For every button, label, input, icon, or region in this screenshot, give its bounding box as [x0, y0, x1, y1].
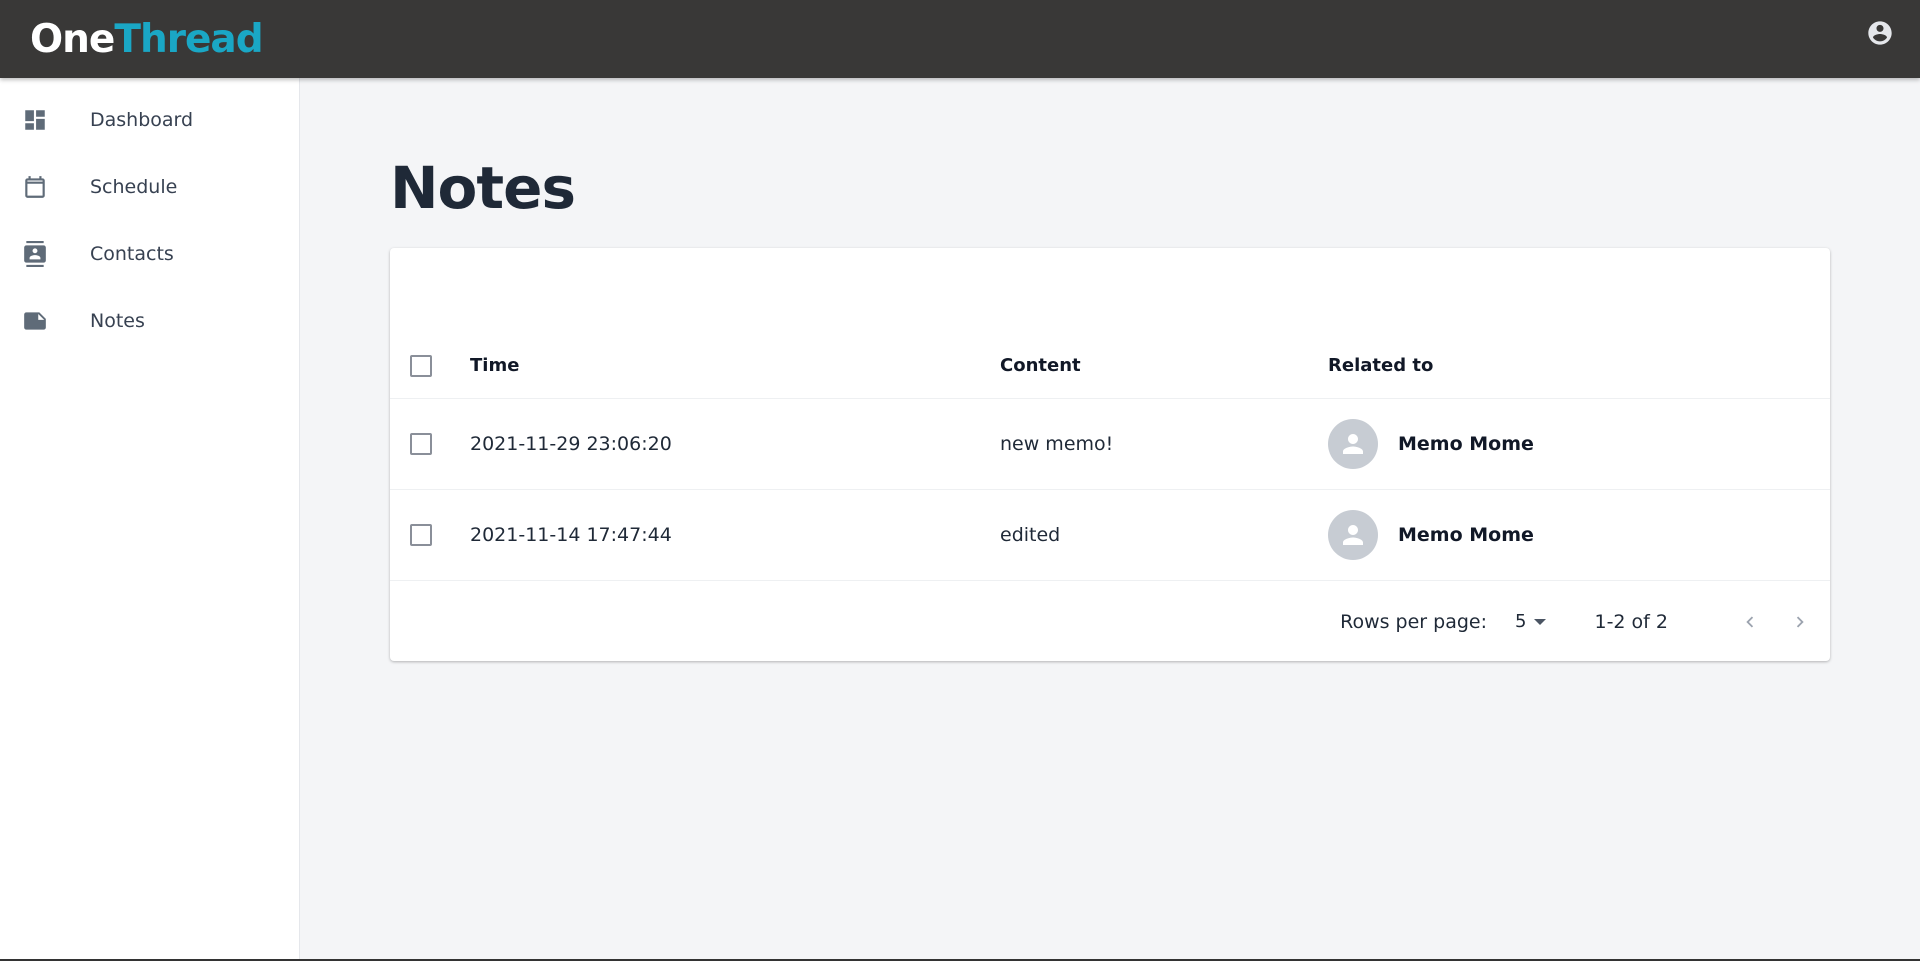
chevron-right-icon	[1796, 616, 1804, 627]
sidebar-item-schedule[interactable]: Schedule	[0, 153, 299, 220]
page-title: Notes	[390, 154, 576, 222]
previous-page-button[interactable]	[1738, 610, 1762, 634]
sidebar: Dashboard Schedule Contacts Notes	[0, 78, 300, 961]
next-page-button[interactable]	[1788, 610, 1812, 634]
dashboard-icon	[22, 107, 48, 133]
avatar	[1328, 510, 1378, 560]
note-content: edited	[1000, 524, 1061, 546]
app-logo[interactable]: OneThread	[30, 16, 264, 62]
account-circle-icon[interactable]	[1866, 19, 1894, 47]
related-contact-name: Memo Mome	[1398, 524, 1534, 546]
sidebar-item-label: Contacts	[90, 242, 174, 265]
related-contact[interactable]: Memo Mome	[1328, 510, 1534, 560]
row-checkbox[interactable]	[410, 524, 432, 546]
logo-text-thread: Thread	[114, 16, 263, 62]
main-content: Notes Time Content Related to 2021-11-29…	[300, 78, 1920, 961]
contacts-icon	[22, 240, 48, 267]
caret-down-icon	[1534, 618, 1547, 625]
related-contact[interactable]: Memo Mome	[1328, 419, 1534, 469]
rows-per-page-label: Rows per page:	[1340, 610, 1488, 633]
sidebar-item-notes[interactable]: Notes	[0, 287, 299, 354]
rows-per-page-value: 5	[1515, 611, 1527, 632]
avatar	[1328, 419, 1378, 469]
table-pagination: Rows per page: 5 1-2 of 2	[390, 582, 1830, 661]
sidebar-item-label: Dashboard	[90, 108, 194, 131]
sidebar-item-label: Notes	[90, 309, 145, 332]
row-checkbox[interactable]	[410, 433, 432, 455]
sidebar-item-dashboard[interactable]: Dashboard	[0, 86, 299, 153]
column-header-content[interactable]: Content	[1000, 355, 1081, 376]
rows-per-page-select[interactable]: 5	[1515, 611, 1547, 632]
related-contact-name: Memo Mome	[1398, 433, 1534, 455]
person-icon	[1343, 434, 1363, 454]
sidebar-item-label: Schedule	[90, 175, 178, 198]
top-app-bar: OneThread	[0, 0, 1920, 78]
note-content: new memo!	[1000, 433, 1114, 455]
sidebar-item-contacts[interactable]: Contacts	[0, 220, 299, 287]
note-time: 2021-11-14 17:47:44	[470, 524, 672, 546]
chevron-left-icon	[1746, 616, 1754, 627]
table-header-row: Time Content Related to	[390, 333, 1830, 399]
note-time: 2021-11-29 23:06:20	[470, 433, 672, 455]
table-row[interactable]: 2021-11-14 17:47:44 edited Memo Mome	[390, 490, 1830, 581]
select-all-checkbox[interactable]	[410, 354, 432, 377]
table-row[interactable]: 2021-11-29 23:06:20 new memo! Memo Mome	[390, 399, 1830, 490]
calendar-icon	[22, 174, 48, 200]
person-icon	[1343, 525, 1363, 545]
pagination-range: 1-2 of 2	[1594, 610, 1668, 633]
notes-table-card: Time Content Related to 2021-11-29 23:06…	[390, 248, 1830, 661]
note-icon	[22, 308, 48, 334]
column-header-time[interactable]: Time	[470, 355, 519, 376]
logo-text-one: One	[30, 16, 115, 62]
column-header-related[interactable]: Related to	[1328, 355, 1433, 376]
